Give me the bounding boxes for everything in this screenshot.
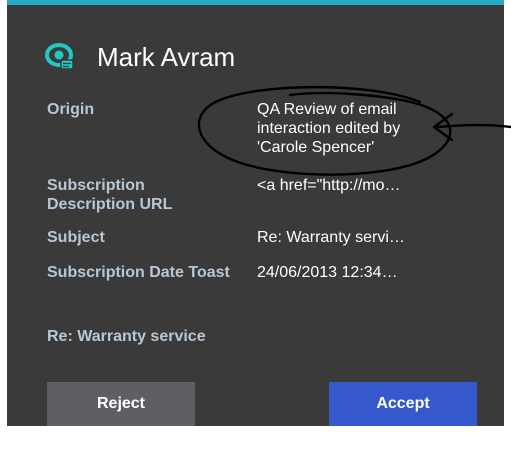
- toast-header: Mark Avram: [45, 35, 235, 79]
- field-label-description-url: Subscription Description URL: [47, 177, 173, 213]
- field-value-subject: Re: Warranty servi…: [257, 229, 405, 246]
- field-label-subject: Subject: [47, 229, 105, 246]
- app-logo-icon: [45, 43, 74, 70]
- reject-button[interactable]: Reject: [47, 382, 195, 426]
- field-value-date: 24/06/2013 12:34…: [257, 264, 398, 281]
- field-value-origin: QA Review of email interaction edited by…: [257, 101, 401, 156]
- notification-toast: Mark Avram Origin QA Review of email int…: [7, 0, 504, 426]
- field-label-origin: Origin: [47, 101, 95, 118]
- footer-subject: Re: Warranty service: [47, 328, 206, 345]
- contact-name: Mark Avram: [97, 41, 236, 72]
- field-label-date: Subscription Date Toast: [47, 264, 230, 281]
- field-value-description-url[interactable]: <a href="http://mo…: [257, 176, 447, 195]
- accept-button[interactable]: Accept: [329, 382, 477, 426]
